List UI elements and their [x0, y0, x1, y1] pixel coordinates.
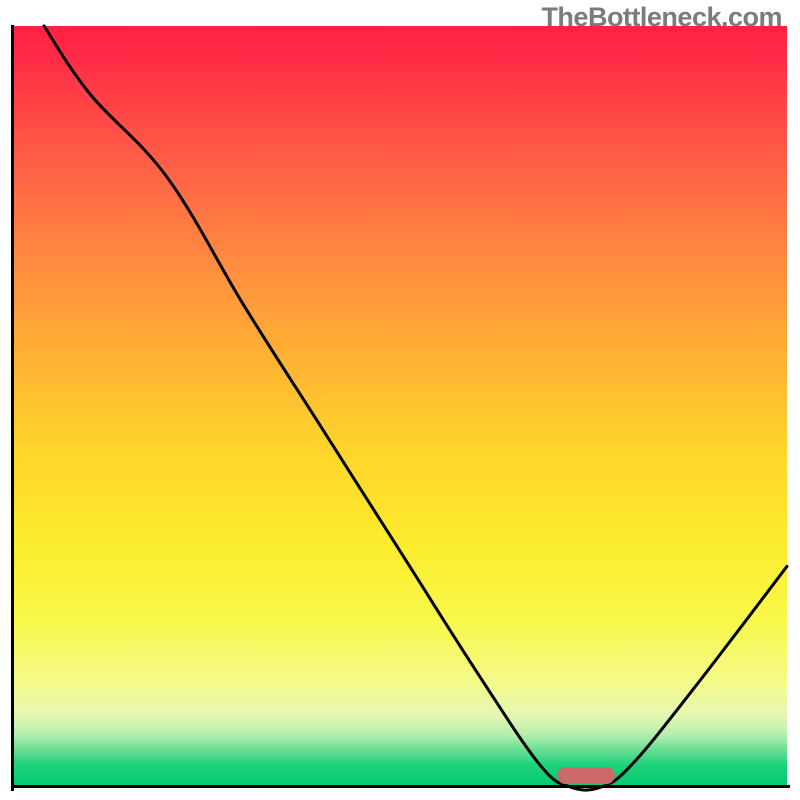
optimal-marker — [557, 767, 615, 784]
bottleneck-curve-path — [44, 26, 787, 790]
y-axis — [11, 25, 14, 791]
bottleneck-chart: TheBottleneck.com — [0, 0, 800, 800]
curve-layer — [13, 26, 787, 787]
x-axis — [13, 785, 790, 788]
plot-area — [13, 26, 787, 787]
